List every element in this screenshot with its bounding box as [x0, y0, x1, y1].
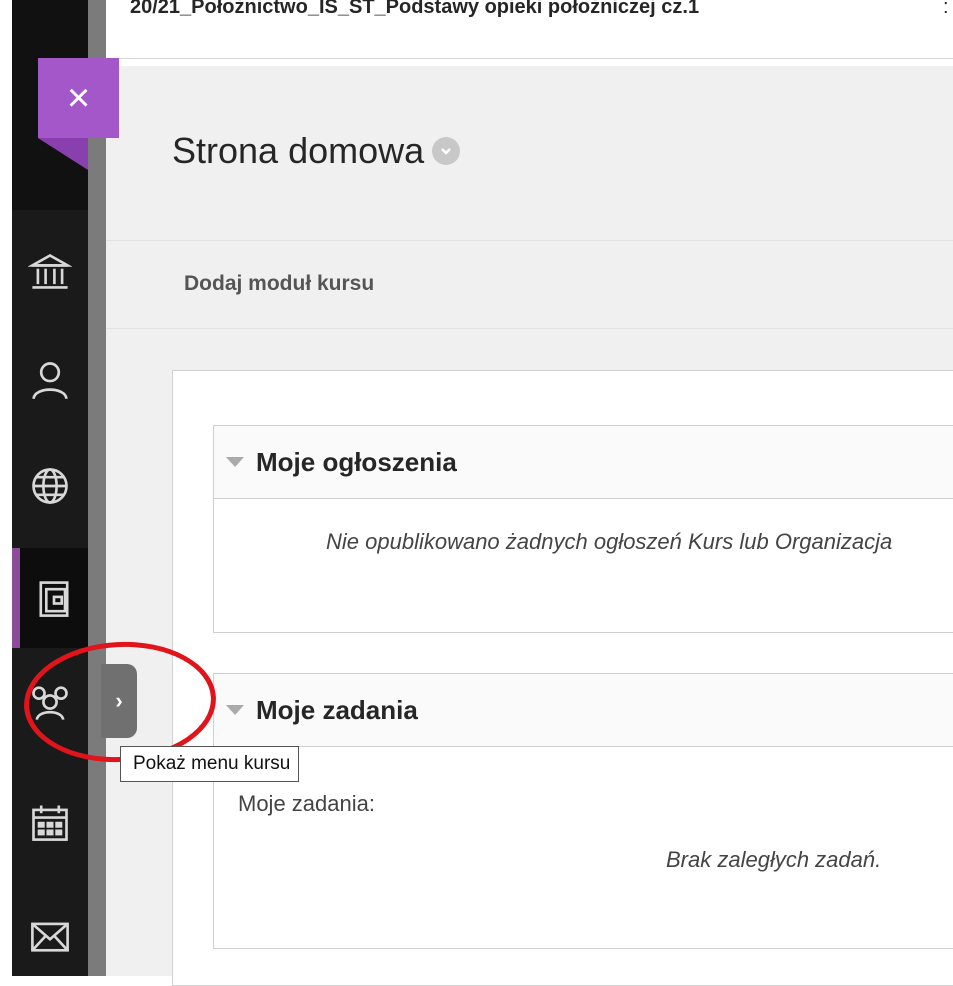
course-title[interactable]: 20/21_Położnictwo_IS_ST_Podstawy opieki …: [130, 0, 699, 19]
page-options-button[interactable]: [432, 137, 461, 165]
page-title: Strona domowa: [172, 130, 425, 171]
page-title-row: Strona domowa: [172, 130, 461, 172]
close-icon: ×: [66, 76, 91, 120]
rail-divider-strip: [88, 0, 106, 976]
tooltip: Pokaż menu kursu: [120, 746, 300, 782]
rail-edge: [0, 0, 12, 976]
user-icon: [32, 362, 68, 400]
collapse-triangle-icon[interactable]: [226, 705, 244, 715]
empty-tasks-message: Brak zaległych zadań.: [666, 847, 882, 872]
add-module-button[interactable]: Dodaj moduł kursu: [184, 272, 374, 296]
globe-icon: [32, 468, 68, 504]
module-header: Moje zadania: [214, 674, 953, 747]
course-header-extra: :: [943, 0, 949, 18]
course-header: 20/21_Położnictwo_IS_ST_Podstawy opieki …: [106, 0, 953, 59]
nav-courses[interactable]: [12, 548, 88, 648]
module-tasks: Moje zadania Moje zadania: Brak zaległyc…: [213, 673, 953, 949]
close-button-tail: [38, 138, 88, 170]
close-button[interactable]: ×: [38, 58, 119, 138]
module-title: Moje ogłoszenia: [256, 446, 457, 477]
nav-global[interactable]: [12, 436, 88, 536]
empty-announcements-message: Nie opublikowano żadnych ogłoszeń Kurs l…: [326, 529, 893, 554]
divider: [106, 328, 953, 329]
collapse-triangle-icon[interactable]: [226, 457, 244, 467]
module-header: Moje ogłoszenia: [214, 426, 953, 499]
divider: [106, 240, 953, 241]
module-announcements: Moje ogłoszenia Nie opublikowano żadnych…: [213, 425, 953, 633]
institution-icon: [28, 253, 72, 289]
module-title: Moje zadania: [256, 694, 418, 725]
modules-panel: Moje ogłoszenia Nie opublikowano żadnych…: [172, 370, 953, 986]
nav-profile[interactable]: [12, 330, 88, 430]
nav-calendar[interactable]: [12, 772, 88, 872]
nav-institution[interactable]: [12, 222, 88, 322]
chevron-down-icon: [441, 148, 452, 155]
courses-icon: [39, 581, 69, 617]
mail-icon: [31, 922, 69, 952]
main-content: Strona domowa Dodaj moduł kursu Moje ogł…: [106, 66, 953, 986]
calendar-icon: [32, 805, 68, 841]
tasks-label: Moje zadania:: [238, 791, 375, 816]
nav-messages[interactable]: [12, 886, 88, 986]
